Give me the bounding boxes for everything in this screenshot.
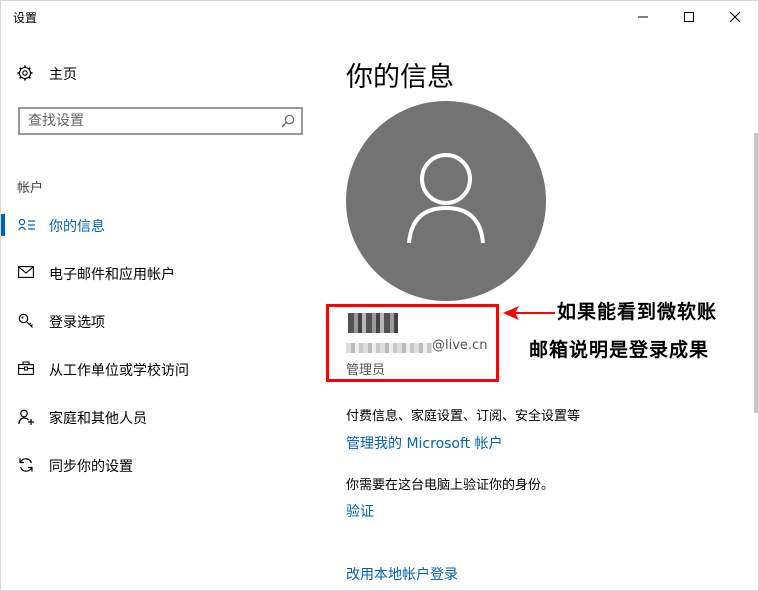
sidebar: 主页 帐户 你的信息 电子: [1, 33, 323, 590]
billing-text: 付费信息、家庭设置、订阅、安全设置等: [346, 409, 581, 424]
maximize-button[interactable]: [666, 1, 712, 33]
sidebar-item-email-accounts[interactable]: 电子邮件和应用帐户: [1, 253, 323, 293]
user-card-icon: [18, 218, 35, 231]
sidebar-item-label: 同步你的设置: [49, 459, 133, 475]
annotation-arrow: [503, 306, 555, 320]
gear-icon: [17, 65, 33, 81]
search-icon[interactable]: [281, 114, 295, 128]
sidebar-item-sync[interactable]: 同步你的设置: [1, 445, 323, 485]
sidebar-item-sign-in-options[interactable]: 登录选项: [1, 301, 323, 341]
sidebar-item-family[interactable]: 家庭和其他人员: [1, 397, 323, 437]
sidebar-item-label: 登录选项: [49, 315, 105, 331]
search-box[interactable]: [18, 107, 303, 135]
verify-link[interactable]: 验证: [346, 501, 374, 521]
highlight-box: [326, 304, 499, 382]
switch-to-local-account-link[interactable]: 改用本地帐户登录: [346, 564, 458, 584]
verify-text: 你需要在这台电脑上验证你的身份。: [346, 478, 555, 493]
page-title: 你的信息: [346, 62, 454, 93]
avatar[interactable]: [346, 101, 546, 301]
sidebar-item-label: 电子邮件和应用帐户: [49, 267, 175, 283]
active-indicator: [1, 214, 5, 236]
person-icon: [407, 153, 485, 244]
title-bar[interactable]: 设置: [1, 1, 758, 33]
sidebar-item-label: 你的信息: [49, 219, 105, 235]
settings-window: 设置 主页 查找设置 帐户 你的信息 电子邮件和应用帐户 登录选项 从工作单位或…: [0, 0, 759, 591]
annotation-line-2: 邮箱说明是登录成果: [529, 339, 710, 361]
sidebar-item-work-school[interactable]: 从工作单位或学校访问: [1, 349, 323, 389]
close-icon: [730, 12, 740, 22]
briefcase-icon: [18, 361, 34, 375]
home-link[interactable]: 主页: [17, 63, 217, 85]
mail-icon: [18, 266, 34, 278]
annotation-line-1: 如果能看到微软账: [557, 301, 718, 323]
section-label-accounts: 帐户: [17, 181, 44, 196]
minimize-icon: [638, 16, 648, 18]
key-icon: [18, 313, 33, 328]
sidebar-item-label: 家庭和其他人员: [49, 411, 147, 427]
search-input[interactable]: [28, 112, 268, 130]
minimize-button[interactable]: [620, 1, 666, 33]
person-add-icon: [18, 409, 34, 425]
close-button[interactable]: [712, 1, 758, 33]
manage-microsoft-account-link[interactable]: 管理我的 Microsoft 帐户: [346, 433, 503, 453]
scrollbar[interactable]: [754, 133, 758, 413]
sync-icon: [19, 458, 33, 472]
window-title: 设置: [13, 11, 38, 25]
maximize-icon: [684, 12, 694, 22]
sidebar-item-your-info[interactable]: 你的信息: [1, 205, 323, 245]
sidebar-item-label: 从工作单位或学校访问: [49, 363, 189, 379]
home-label: 主页: [49, 67, 77, 83]
